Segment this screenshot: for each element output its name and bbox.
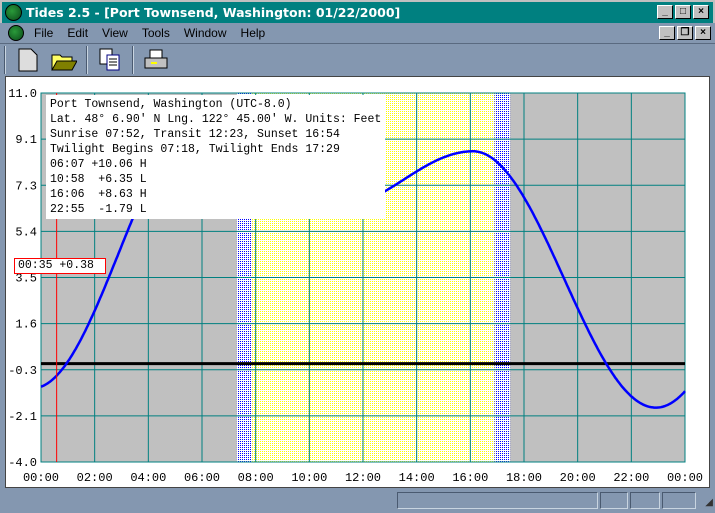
x-tick-label: 00:00: [23, 471, 59, 485]
x-tick-label: 20:00: [560, 471, 596, 485]
new-file-button[interactable]: [14, 47, 42, 73]
y-tick-label: -0.3: [8, 364, 37, 378]
y-tick-label: -2.1: [8, 410, 37, 424]
menu-file[interactable]: File: [34, 26, 53, 40]
toolbar-grip: [4, 46, 6, 74]
x-tick-label: 12:00: [345, 471, 381, 485]
menu-window[interactable]: Window: [184, 26, 227, 40]
toolbar-separator: [86, 46, 88, 74]
tide-event: 10:58 +6.35 L: [50, 173, 147, 186]
print-icon: [144, 49, 168, 69]
y-tick-label: 1.6: [15, 318, 37, 332]
cursor-readout: 00:35 +0.38: [14, 258, 106, 274]
toolbar: [0, 43, 715, 76]
x-tick-label: 10:00: [291, 471, 327, 485]
x-tick-label: 22:00: [613, 471, 649, 485]
app-globe-icon: [5, 4, 22, 21]
new-file-icon: [18, 48, 38, 72]
open-button[interactable]: [50, 47, 78, 73]
twilight-times: Twilight Begins 07:18, Twilight Ends 17:…: [50, 143, 340, 156]
menu-help[interactable]: Help: [241, 26, 266, 40]
status-bar: ◢: [0, 489, 715, 513]
station-name: Port Townsend, Washington (UTC-8.0): [50, 98, 292, 111]
menu-view[interactable]: View: [102, 26, 128, 40]
menu-edit[interactable]: Edit: [67, 26, 88, 40]
child-restore-button[interactable]: ❐: [677, 26, 693, 40]
tide-graph-window: 11.0 9.1 7.3 5.4 3.5 1.6 -0.3 -2.1 -4.0 00:00 02:0…: [5, 76, 710, 488]
print-button[interactable]: [142, 47, 170, 73]
child-minimize-button[interactable]: _: [659, 26, 675, 40]
y-tick-label: 7.3: [15, 179, 37, 193]
resize-grip-icon[interactable]: ◢: [705, 497, 713, 508]
x-tick-label: 08:00: [238, 471, 274, 485]
close-button[interactable]: ×: [693, 5, 709, 19]
tide-event: 06:07 +10.06 H: [50, 158, 147, 171]
copy-button[interactable]: [96, 47, 124, 73]
x-tick-label: 02:00: [77, 471, 113, 485]
station-info-box: Port Townsend, Washington (UTC-8.0) Lat.…: [46, 95, 386, 219]
child-close-button[interactable]: ×: [695, 26, 711, 40]
title-bar: Tides 2.5 - [Port Townsend, Washington: …: [0, 0, 715, 23]
sun-times: Sunrise 07:52, Transit 12:23, Sunset 16:…: [50, 128, 340, 141]
x-tick-label: 18:00: [506, 471, 542, 485]
x-tick-label: 04:00: [130, 471, 166, 485]
x-tick-label: 14:00: [399, 471, 435, 485]
toolbar-separator: [132, 46, 134, 74]
x-tick-label: 00:00: [667, 471, 703, 485]
station-coordinates: Lat. 48° 6.90' N Lng. 122° 45.00' W. Uni…: [50, 113, 382, 126]
document-globe-icon[interactable]: [8, 25, 24, 41]
status-panel: [397, 492, 598, 509]
status-panel: [600, 492, 628, 509]
maximize-button[interactable]: □: [675, 5, 691, 19]
window-title: Tides 2.5 - [Port Townsend, Washington: …: [26, 5, 401, 20]
status-panel: [630, 492, 660, 509]
status-panel: [662, 492, 696, 509]
y-tick-label: 9.1: [15, 133, 37, 147]
x-tick-label: 16:00: [452, 471, 488, 485]
y-tick-label: -4.0: [8, 456, 37, 470]
tide-event: 16:06 +8.63 H: [50, 188, 147, 201]
menu-bar: File Edit View Tools Window Help _ ❐ ×: [0, 23, 715, 43]
y-tick-label: 11.0: [8, 87, 37, 101]
menu-tools[interactable]: Tools: [142, 26, 170, 40]
x-tick-label: 06:00: [184, 471, 220, 485]
copy-icon: [99, 48, 120, 71]
y-tick-label: 5.4: [15, 225, 37, 239]
tide-event: 22:55 -1.79 L: [50, 203, 147, 216]
open-folder-icon: [51, 54, 77, 71]
minimize-button[interactable]: _: [657, 5, 673, 19]
